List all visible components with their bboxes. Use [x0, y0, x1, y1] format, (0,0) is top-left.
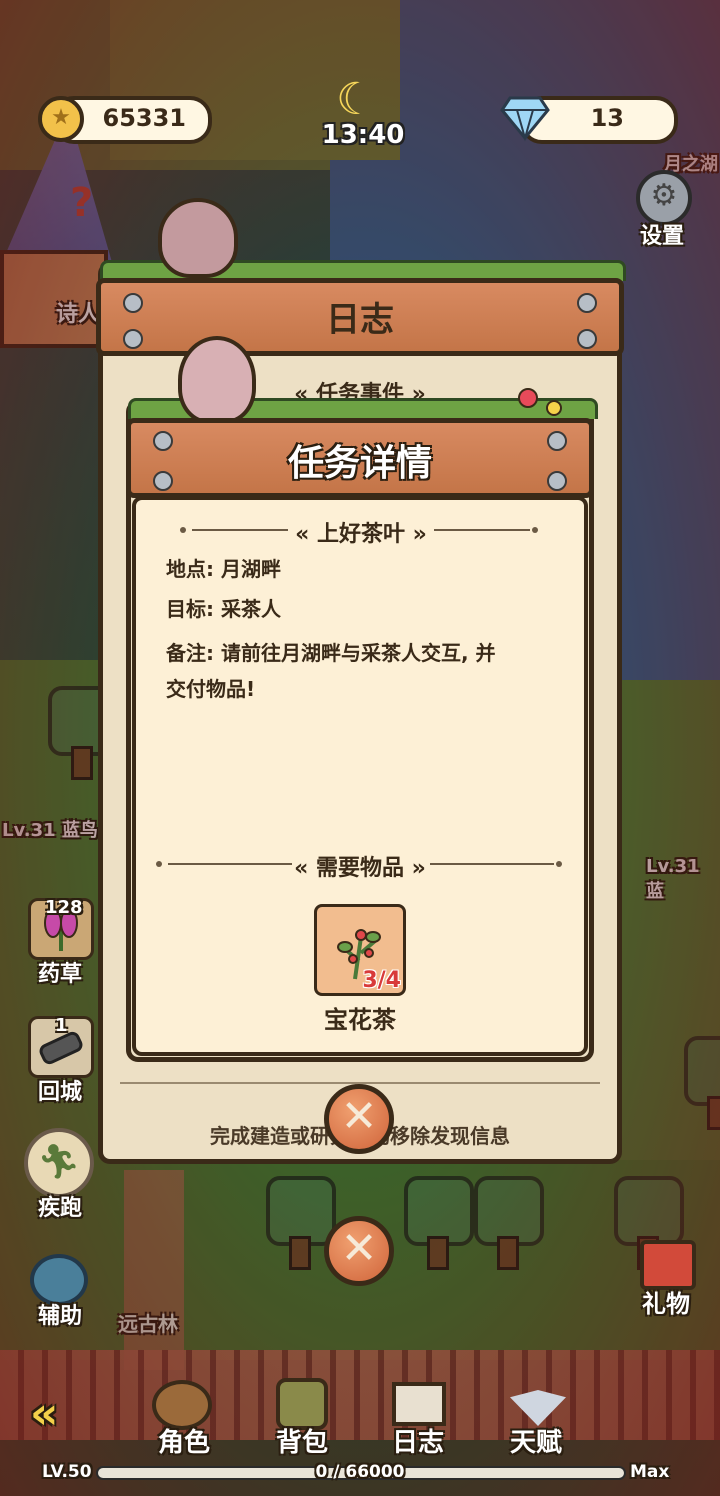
- question-mark-icon: ?: [70, 180, 94, 226]
- location-value: 月湖畔: [220, 557, 281, 581]
- coin-icon: ★: [38, 96, 84, 142]
- note-value: 请前往月湖畔与采茶人交互, 并: [220, 641, 496, 665]
- gift-label[interactable]: 礼物: [626, 1284, 706, 1319]
- location-field: 地点: 月湖畔: [166, 552, 281, 586]
- tab-journal[interactable]: 日志: [378, 1422, 458, 1459]
- close-detail-button[interactable]: ✕: [324, 1084, 394, 1154]
- tree: [470, 1176, 544, 1270]
- target-value: 采茶人: [220, 597, 281, 621]
- gift-box-icon[interactable]: [640, 1240, 696, 1290]
- enemy-label: Lv.31 蓝: [646, 856, 700, 902]
- xp-text: 0 / 66000: [315, 1462, 405, 1482]
- assist-label[interactable]: 辅助: [20, 1298, 100, 1330]
- item-name: 宝花茶: [324, 1006, 396, 1034]
- game-screen: ? 诗人 Lv.31 蓝鸟 Lv.31 蓝 远古林 月之湖 65331 ★ ☾ …: [0, 0, 720, 1496]
- tree: [262, 1176, 336, 1270]
- enemy-label: Lv.31 蓝鸟: [2, 820, 98, 841]
- moon-icon: ☾: [336, 74, 376, 125]
- quest-name: « 上好茶叶 »: [295, 522, 427, 547]
- npc-name: 诗人: [56, 302, 101, 327]
- location-label: 地点:: [166, 557, 214, 581]
- coin-value: 65331: [102, 104, 187, 132]
- return-label: 回城: [37, 1080, 82, 1105]
- tab-talent[interactable]: 天赋: [496, 1422, 576, 1459]
- tab-backpack[interactable]: 背包: [262, 1422, 342, 1459]
- tree: [680, 1036, 720, 1130]
- settings-label[interactable]: 设置: [640, 218, 684, 250]
- rabbit-mascot: [158, 198, 238, 278]
- herb-count: 128: [45, 897, 83, 918]
- return-count: 1: [55, 1015, 68, 1036]
- sprint-label[interactable]: 疾跑: [20, 1190, 100, 1222]
- rabbit-mascot: [178, 336, 256, 424]
- note-field: 备注: 请前往月湖畔与采茶人交互, 并: [166, 636, 496, 670]
- flower-icon: [518, 388, 562, 416]
- log-title: 日志: [326, 300, 394, 340]
- xp-max-label: Max: [630, 1462, 670, 1482]
- detail-title: 任务详情: [287, 443, 432, 484]
- return-scroll-slot[interactable]: 1: [28, 1015, 94, 1078]
- game-clock: 13:40: [321, 120, 405, 150]
- herb-slot[interactable]: 128: [28, 897, 94, 960]
- required-items-title: « 需要物品 »: [294, 856, 426, 881]
- herb-label: 药草: [37, 962, 82, 987]
- sprint-icon[interactable]: 🏃︎: [24, 1128, 94, 1198]
- diamond-icon: [500, 96, 550, 142]
- required-item-slot[interactable]: 3/4: [314, 904, 406, 996]
- fence: [0, 1350, 720, 1440]
- note-field-continued: 交付物品!: [166, 677, 256, 701]
- note-label: 备注:: [166, 641, 214, 665]
- tree: [400, 1176, 474, 1270]
- item-progress: 3/4: [362, 968, 401, 993]
- journal-book-icon[interactable]: [392, 1382, 446, 1426]
- close-log-button[interactable]: ✕: [324, 1216, 394, 1286]
- diamond-value: 13: [590, 104, 624, 132]
- tab-character[interactable]: 角色: [144, 1422, 224, 1459]
- dirt-path: [124, 1170, 184, 1370]
- area-name: 远古林: [118, 1312, 178, 1336]
- target-field: 目标: 采茶人: [166, 592, 281, 626]
- target-label: 目标:: [166, 597, 214, 621]
- player-level: LV.50: [42, 1462, 92, 1482]
- collapse-arrow-icon[interactable]: «: [30, 1388, 58, 1439]
